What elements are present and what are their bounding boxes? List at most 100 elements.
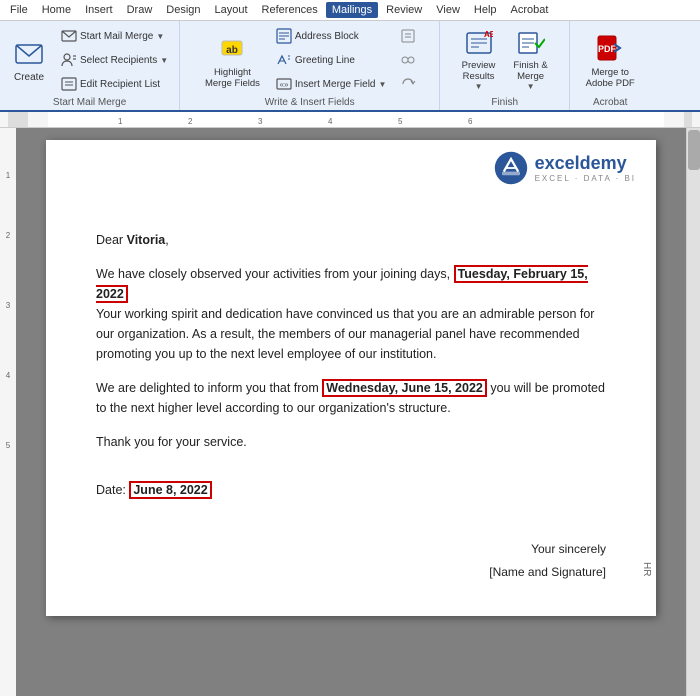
svg-text:5: 5 [398,117,403,126]
para1-start: We have closely observed your activities… [96,267,454,281]
extra-buttons-col [395,25,421,95]
date-line: Date: June 8, 2022 [96,480,606,500]
insert-merge-field-button[interactable]: «» Insert Merge Field ▼ [271,73,392,95]
scrollbar[interactable] [686,128,700,696]
create-label: Create [14,72,44,83]
menu-view[interactable]: View [430,2,466,18]
logo-icon [493,150,529,186]
svg-text:2: 2 [6,231,11,240]
address-block-label: Address Block [295,31,359,42]
ribbon-group-preview: ABC PreviewResults ▼ Finish &Merge [440,21,570,110]
closing-text: Your sincerely [96,540,606,559]
menu-review[interactable]: Review [380,2,428,18]
address-block-button[interactable]: Address Block [271,25,392,47]
edit-recipient-list-button[interactable]: Edit Recipient List [56,73,173,95]
ruler: 1 2 3 4 5 6 [0,112,700,128]
svg-text:3: 3 [6,301,11,310]
finish-merge-label: Finish &Merge [513,60,547,82]
left-ruler: 1 2 3 4 5 [0,128,16,696]
paragraph-1: We have closely observed your activities… [96,264,606,364]
match-fields-button[interactable] [395,49,421,71]
menu-help[interactable]: Help [468,2,503,18]
recipient-name: Vitoria [127,233,166,247]
date-label: Date: [96,483,129,497]
menu-design[interactable]: Design [160,2,206,18]
finish-merge-button[interactable]: Finish &Merge ▼ [506,25,554,95]
recipients-icon [61,52,77,68]
menu-bar: File Home Insert Draw Design Layout Refe… [0,0,700,21]
ribbon-group-start-mail-merge: Create Start Mail Merge ▼ [0,21,180,110]
thank-you-text: Thank you for your service. [96,435,247,449]
match-fields-icon [400,52,416,68]
select-recipients-button[interactable]: Select Recipients ▼ [56,49,173,71]
date-highlight-2: Wednesday, June 15, 2022 [322,379,487,397]
update-labels-button[interactable] [395,73,421,95]
logo-text-area: exceldemy EXCEL · DATA · BI [535,153,636,183]
preview-results-button[interactable]: ABC PreviewResults ▼ [455,25,503,95]
ribbon-group-content: Create Start Mail Merge ▼ [6,25,173,95]
svg-text:ABC: ABC [484,30,493,39]
svg-text:4: 4 [328,117,333,126]
highlight-merge-fields-button[interactable]: ab HighlightMerge Fields [198,25,267,95]
signature-text: [Name and Signature] [96,563,606,582]
ruler-inner: 1 2 3 4 5 6 [48,112,664,127]
ribbon-group-acrobat: PDF Merge toAdobe PDF Acrobat [570,21,650,110]
svg-text:6: 6 [468,117,473,126]
menu-draw[interactable]: Draw [121,2,159,18]
start-mail-merge-label: Start Mail Merge [80,31,153,42]
preview-content: ABC PreviewResults ▼ Finish &Merge [455,25,555,95]
ribbon: Create Start Mail Merge ▼ [0,21,700,112]
mail-merge-icon [61,28,77,44]
highlight-label: HighlightMerge Fields [205,67,260,89]
preview-results-label: PreviewResults [462,60,496,82]
svg-text:4: 4 [6,371,11,380]
finish-merge-dropdown: ▼ [527,82,535,91]
rules-icon [400,28,416,44]
start-mail-merge-button[interactable]: Start Mail Merge ▼ [56,25,173,47]
insert-fields-col: Address Block Greeting Line «» [271,25,392,95]
acrobat-content: PDF Merge toAdobe PDF [579,25,642,95]
menu-layout[interactable]: Layout [209,2,254,18]
svg-text:«»: «» [279,80,288,89]
start-mail-merge-dropdown: ▼ [156,32,164,41]
greeting-line-button[interactable]: Greeting Line [271,49,392,71]
edit-recipient-list-label: Edit Recipient List [80,79,160,90]
insert-merge-field-dropdown: ▼ [378,80,386,89]
start-mail-merge-group-label: Start Mail Merge [53,95,126,108]
logo-sub: EXCEL · DATA · BI [535,174,636,183]
address-block-icon [276,28,292,44]
create-button[interactable]: Create [6,25,52,95]
insert-merge-field-label: Insert Merge Field [295,79,376,90]
menu-file[interactable]: File [4,2,34,18]
menu-acrobat[interactable]: Acrobat [505,2,555,18]
menu-insert[interactable]: Insert [79,2,119,18]
highlight-icon: ab [216,32,248,64]
svg-text:5: 5 [6,441,11,450]
greeting-line-icon [276,52,292,68]
update-labels-icon [400,76,416,92]
greeting-line: Dear Vitoria, [96,230,606,250]
para2-start: We are delighted to inform you that from [96,381,322,395]
para1-end: Your working spirit and dedication have … [96,307,594,361]
select-recipients-dropdown: ▼ [160,56,168,65]
ribbon-group-write-insert: ab HighlightMerge Fields Address Block [180,21,440,110]
merge-to-pdf-button[interactable]: PDF Merge toAdobe PDF [579,25,642,95]
menu-mailings[interactable]: Mailings [326,2,378,18]
write-insert-group-label: Write & Insert Fields [265,95,355,108]
envelope-icon [13,37,45,69]
logo-name: exceldemy [535,153,636,174]
finish-group-label: Finish [491,95,518,108]
greeting-line-label: Greeting Line [295,55,355,66]
svg-text:ab: ab [227,45,239,56]
write-insert-content: ab HighlightMerge Fields Address Block [198,25,421,95]
date-highlight-3: June 8, 2022 [129,481,211,499]
svg-text:1: 1 [118,117,123,126]
svg-text:3: 3 [258,117,263,126]
document-body: Dear Vitoria, We have closely observed y… [96,230,606,582]
insert-merge-field-icon: «» [276,76,292,92]
select-recipients-label: Select Recipients [80,55,157,66]
menu-references[interactable]: References [256,2,324,18]
menu-home[interactable]: Home [36,2,77,18]
rules-button[interactable] [395,25,421,47]
edit-list-icon [61,76,77,92]
